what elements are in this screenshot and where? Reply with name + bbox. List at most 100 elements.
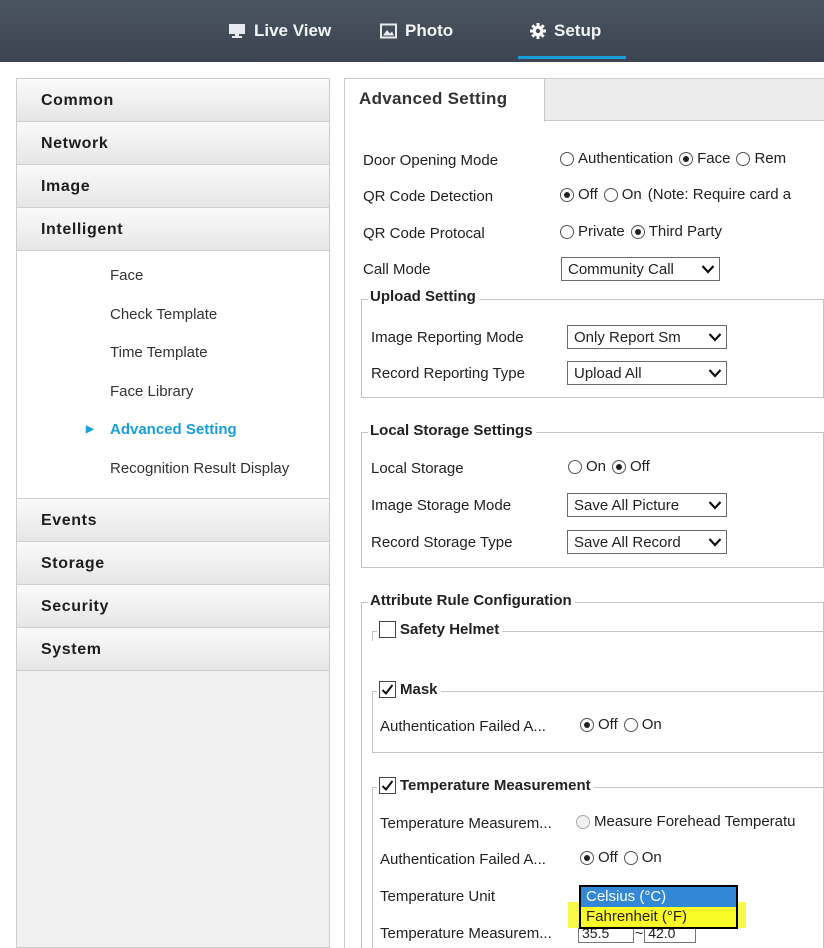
- qr-code-protocol-options: Private Third Party: [560, 223, 722, 240]
- nav-photo-label: Photo: [405, 21, 454, 40]
- radio-qr-off[interactable]: [560, 187, 574, 202]
- radio-local-storage-off[interactable]: [612, 459, 627, 474]
- local-storage-settings-legend: Local Storage Settings: [368, 422, 536, 439]
- qr-code-detection-label: QR Code Detection: [363, 188, 494, 205]
- radio-face-label: Face: [697, 150, 731, 167]
- image-reporting-mode-label: Image Reporting Mode: [371, 329, 524, 346]
- sidebar-item-storage[interactable]: Storage: [17, 542, 329, 585]
- sidebar-item-security[interactable]: Security: [17, 585, 329, 628]
- radio-measure-forehead[interactable]: [576, 814, 590, 829]
- mask-label: Mask: [400, 681, 438, 698]
- sidebar-subitem-label: Face: [110, 267, 144, 284]
- sidebar-subitem-check-template[interactable]: Check Template: [17, 296, 329, 335]
- radio-mask-on[interactable]: [623, 717, 638, 732]
- temperature-unit-label: Temperature Unit: [380, 888, 496, 905]
- radio-qr-off-label: Off: [578, 186, 598, 203]
- attribute-rule-configuration-legend: Attribute Rule Configuration: [368, 592, 575, 609]
- record-reporting-type-select[interactable]: Upload All: [567, 361, 727, 385]
- nav-setup[interactable]: Setup: [530, 0, 601, 62]
- radio-mask-on-label: On: [641, 716, 662, 733]
- nav-setup-label: Setup: [554, 21, 602, 40]
- radio-private[interactable]: [560, 224, 574, 239]
- call-mode-value: Community Call: [568, 260, 674, 278]
- sidebar-subitem-time-template[interactable]: Time Template: [17, 334, 329, 373]
- nav-live-view[interactable]: Live View: [228, 0, 331, 62]
- sidebar-item-system[interactable]: System: [17, 628, 329, 671]
- radio-third-party-label: Third Party: [648, 223, 723, 240]
- radio-temp-on[interactable]: [623, 850, 638, 865]
- intelligent-submenu: Face Check Template Time Template Face L…: [17, 251, 329, 499]
- sidebar-item-network[interactable]: Network: [17, 122, 329, 165]
- image-reporting-mode-value: Only Report Sm: [574, 328, 681, 346]
- temperature-measure-type-label: Temperature Measurem...: [380, 815, 552, 832]
- sidebar-subitem-recognition-result-display[interactable]: Recognition Result Display: [17, 450, 329, 489]
- temperature-unit-option-fahrenheit[interactable]: Fahrenheit (°F): [581, 907, 736, 927]
- record-storage-type-value: Save All Record: [574, 533, 681, 551]
- chevron-down-icon: [708, 501, 722, 510]
- safety-helmet-legend: Safety Helmet: [377, 621, 503, 638]
- image-storage-mode-value: Save All Picture: [574, 496, 680, 514]
- radio-face[interactable]: [679, 151, 694, 166]
- radio-third-party[interactable]: [630, 224, 645, 239]
- local-storage-options: On Off: [568, 458, 650, 475]
- qr-code-protocol-label: QR Code Protocal: [363, 225, 485, 242]
- call-mode-select[interactable]: Community Call: [561, 257, 720, 281]
- radio-local-storage-off-label: Off: [630, 458, 650, 475]
- qr-code-detection-options: Off On (Note: Require card a: [560, 186, 791, 203]
- tab-strip: Advanced Setting: [345, 79, 824, 122]
- temperature-measurement-label: Temperature Measurement: [400, 777, 591, 794]
- temperature-unit-option-celsius[interactable]: Celsius (°C): [581, 887, 736, 907]
- top-navigation-bar: Live View Photo Setup: [0, 0, 824, 62]
- radio-temp-on-label: On: [641, 849, 662, 866]
- temperature-measurement-checkbox[interactable]: [379, 777, 396, 794]
- tab-advanced-setting[interactable]: Advanced Setting: [345, 79, 545, 122]
- sidebar-item-common[interactable]: Common: [17, 79, 329, 122]
- sidebar-item-image[interactable]: Image: [17, 165, 329, 208]
- sidebar-subitem-face[interactable]: Face: [17, 257, 329, 296]
- qr-note-text: (Note: Require card a: [647, 186, 792, 203]
- temperature-range-label: Temperature Measurem...: [380, 925, 552, 942]
- radio-authentication[interactable]: [560, 151, 574, 166]
- radio-rem[interactable]: [736, 151, 751, 166]
- temperature-unit-dropdown[interactable]: Celsius (°C) Fahrenheit (°F): [579, 885, 738, 929]
- radio-qr-on[interactable]: [603, 187, 618, 202]
- record-storage-type-select[interactable]: Save All Record: [567, 530, 727, 554]
- radio-measure-forehead-label: Measure Forehead Temperatu: [594, 813, 796, 830]
- temperature-measurement-legend: Temperature Measurement: [377, 777, 594, 794]
- radio-rem-label: Rem: [754, 150, 787, 167]
- active-tab-indicator: [518, 56, 626, 59]
- sidebar-subitem-label: Check Template: [110, 305, 218, 323]
- radio-temp-off[interactable]: [580, 850, 594, 865]
- radio-mask-off[interactable]: [580, 717, 594, 732]
- upload-setting-legend: Upload Setting: [368, 288, 479, 305]
- sidebar-subitem-advanced-setting[interactable]: ▶ Advanced Setting: [17, 411, 329, 450]
- image-storage-mode-label: Image Storage Mode: [371, 497, 512, 514]
- local-storage-label: Local Storage: [371, 460, 464, 477]
- chevron-down-icon: [708, 333, 722, 342]
- sidebar-subitem-label: Advanced Setting: [110, 421, 237, 438]
- chevron-down-icon: [708, 538, 722, 547]
- door-opening-mode-label: Door Opening Mode: [363, 152, 499, 169]
- nav-live-view-label: Live View: [254, 21, 332, 40]
- safety-helmet-checkbox[interactable]: [379, 621, 396, 638]
- record-storage-type-label: Record Storage Type: [371, 534, 513, 551]
- chevron-down-icon: [708, 369, 722, 378]
- safety-helmet-label: Safety Helmet: [400, 621, 500, 638]
- sidebar-item-intelligent[interactable]: Intelligent: [17, 208, 329, 251]
- radio-local-storage-on[interactable]: [568, 459, 582, 474]
- image-storage-mode-select[interactable]: Save All Picture: [567, 493, 727, 517]
- checkmark-icon: [381, 684, 394, 696]
- call-mode-label: Call Mode: [363, 261, 431, 278]
- nav-photo[interactable]: Photo: [380, 0, 453, 62]
- mask-auth-failed-label: Authentication Failed A...: [380, 718, 546, 735]
- temperature-measure-type-options: Measure Forehead Temperatu: [576, 813, 796, 830]
- record-reporting-type-label: Record Reporting Type: [371, 365, 525, 382]
- sidebar-item-events[interactable]: Events: [17, 499, 329, 542]
- sidebar-subitem-face-library[interactable]: Face Library: [17, 373, 329, 412]
- image-reporting-mode-select[interactable]: Only Report Sm: [567, 325, 727, 349]
- radio-temp-off-label: Off: [598, 849, 618, 866]
- temperature-auth-failed-options: Off On: [580, 849, 662, 866]
- radio-qr-on-label: On: [621, 186, 642, 203]
- mask-checkbox[interactable]: [379, 681, 396, 698]
- radio-private-label: Private: [578, 223, 625, 240]
